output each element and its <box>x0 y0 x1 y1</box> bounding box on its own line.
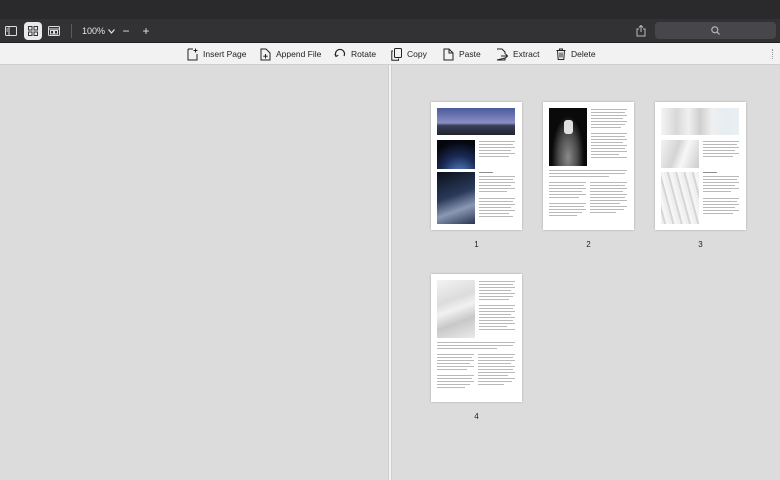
zoom-dropdown[interactable]: 100% <box>82 24 115 38</box>
copy-button[interactable]: Copy <box>391 46 427 62</box>
insert-page-label: Insert Page <box>203 49 247 59</box>
architecture-image <box>437 280 475 338</box>
zoom-value: 100% <box>82 26 106 36</box>
delete-button[interactable]: Delete <box>556 46 596 62</box>
copy-icon <box>391 47 402 61</box>
earth-space-image <box>437 172 475 224</box>
paste-button[interactable]: Paste <box>443 46 481 62</box>
page-layout-button[interactable] <box>45 22 63 40</box>
page-layout-icon <box>48 26 60 36</box>
toolbar-separator <box>71 24 72 38</box>
landscape-image <box>437 108 515 135</box>
rotate-label: Rotate <box>351 49 377 59</box>
copy-label: Copy <box>407 49 427 59</box>
architecture-image <box>661 108 739 135</box>
page-thumbnail[interactable] <box>543 102 634 230</box>
page-thumbnail[interactable] <box>655 102 746 230</box>
paste-icon <box>443 48 454 60</box>
insert-page-icon <box>187 48 198 60</box>
append-file-button[interactable]: Append File <box>260 46 321 62</box>
rotate-button[interactable]: Rotate <box>334 46 376 62</box>
page-thumbnail[interactable] <box>431 102 522 230</box>
zoom-in-button[interactable]: + <box>139 22 153 40</box>
paste-label: Paste <box>459 49 481 59</box>
delete-label: Delete <box>571 49 596 59</box>
search-field[interactable] <box>655 22 776 39</box>
page-thumbnail[interactable] <box>431 274 522 402</box>
page-number: 4 <box>474 412 479 421</box>
astronaut-figure <box>564 120 573 134</box>
page-number: 2 <box>586 240 591 249</box>
append-file-icon <box>260 48 271 60</box>
sidebar-icon <box>5 26 17 36</box>
extract-button[interactable]: Extract <box>496 46 539 62</box>
grid-view-button[interactable] <box>24 22 42 40</box>
search-icon <box>711 26 720 35</box>
share-button[interactable] <box>632 22 650 40</box>
chevron-down-icon <box>108 28 115 34</box>
zoom-out-button[interactable]: − <box>119 22 133 40</box>
window-titlebar <box>0 0 780 19</box>
grid-view-icon <box>28 26 38 36</box>
toolbar-overflow-grip[interactable] <box>772 49 774 59</box>
architecture-image <box>661 172 699 224</box>
page-thumbnail-grid[interactable]: 1 2 3 4 <box>392 65 780 480</box>
page-number: 3 <box>698 240 703 249</box>
page-command-bar: Insert Page Append File Rotate Copy Past… <box>0 43 780 65</box>
extract-label: Extract <box>513 49 540 59</box>
astronaut-image <box>549 108 587 166</box>
architecture-image <box>661 140 699 168</box>
sidebar-toggle-button[interactable] <box>2 22 20 40</box>
rotate-icon <box>334 48 346 58</box>
page-number: 1 <box>474 240 479 249</box>
append-file-label: Append File <box>276 49 322 59</box>
share-icon <box>636 25 646 37</box>
trash-icon <box>556 48 566 60</box>
top-toolbar: 100% − + <box>0 19 780 43</box>
document-view-pane[interactable] <box>0 65 388 480</box>
earth-horizon-image <box>437 140 475 169</box>
insert-page-button[interactable]: Insert Page <box>187 46 246 62</box>
extract-icon <box>496 48 508 60</box>
